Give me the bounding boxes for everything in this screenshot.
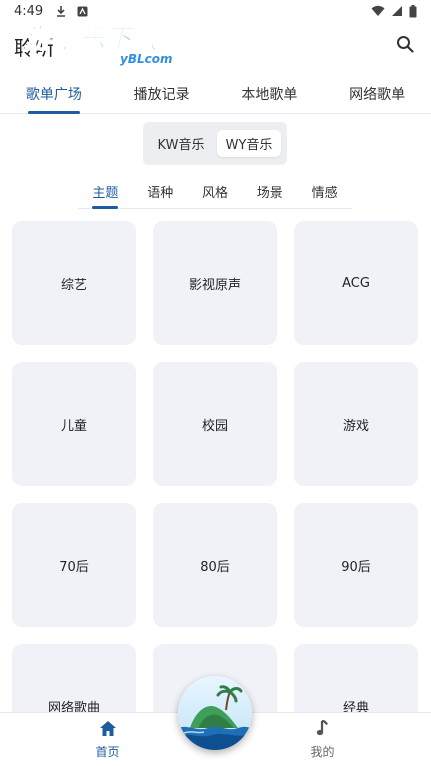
status-time: 4:49 xyxy=(14,3,44,19)
subtab-style[interactable]: 风格 xyxy=(188,174,243,208)
source-option-wy[interactable]: WY音乐 xyxy=(217,130,281,157)
tab-playlist-square[interactable]: 歌单广场 xyxy=(0,74,108,113)
home-icon xyxy=(99,720,117,740)
top-tabs: 歌单广场 播放记录 本地歌单 网络歌单 xyxy=(0,74,431,114)
now-playing-disc[interactable] xyxy=(178,676,252,750)
island-cover-art xyxy=(178,676,252,750)
app-bar: 聆听 xyxy=(0,22,431,70)
category-card[interactable]: 游戏 xyxy=(294,362,418,486)
source-toggle: KW音乐 WY音乐 xyxy=(143,122,287,165)
status-system-icons xyxy=(371,4,417,18)
category-card[interactable]: 90后 xyxy=(294,503,418,627)
search-button[interactable] xyxy=(393,34,417,58)
tab-play-history[interactable]: 播放记录 xyxy=(108,74,216,113)
subtab-scene[interactable]: 场景 xyxy=(242,174,297,208)
subtab-theme[interactable]: 主题 xyxy=(78,174,133,208)
category-card[interactable]: 影视原声 xyxy=(153,221,277,345)
category-card[interactable]: 80后 xyxy=(153,503,277,627)
app-notification-icon xyxy=(77,6,88,17)
status-notification-icons xyxy=(55,5,88,17)
battery-icon xyxy=(409,4,417,18)
category-card[interactable]: 校园 xyxy=(153,362,277,486)
category-card[interactable]: ACG xyxy=(294,221,418,345)
download-icon xyxy=(55,5,67,17)
subtab-emotion[interactable]: 情感 xyxy=(297,174,352,208)
category-card[interactable]: 儿童 xyxy=(12,362,136,486)
search-icon xyxy=(396,35,414,57)
music-note-icon xyxy=(315,719,331,740)
wifi-icon xyxy=(371,5,385,17)
category-card[interactable]: 综艺 xyxy=(12,221,136,345)
status-bar: 4:49 xyxy=(0,0,431,22)
source-option-kw[interactable]: KW音乐 xyxy=(149,130,213,157)
app-title: 聆听 xyxy=(14,35,56,60)
category-card[interactable]: 70后 xyxy=(12,503,136,627)
subtab-language[interactable]: 语种 xyxy=(133,174,188,208)
category-tabs: 主题 语种 风格 场景 情感 xyxy=(78,174,352,209)
signal-icon xyxy=(391,5,403,17)
tab-local-playlists[interactable]: 本地歌单 xyxy=(216,74,324,113)
tab-online-playlists[interactable]: 网络歌单 xyxy=(323,74,431,113)
